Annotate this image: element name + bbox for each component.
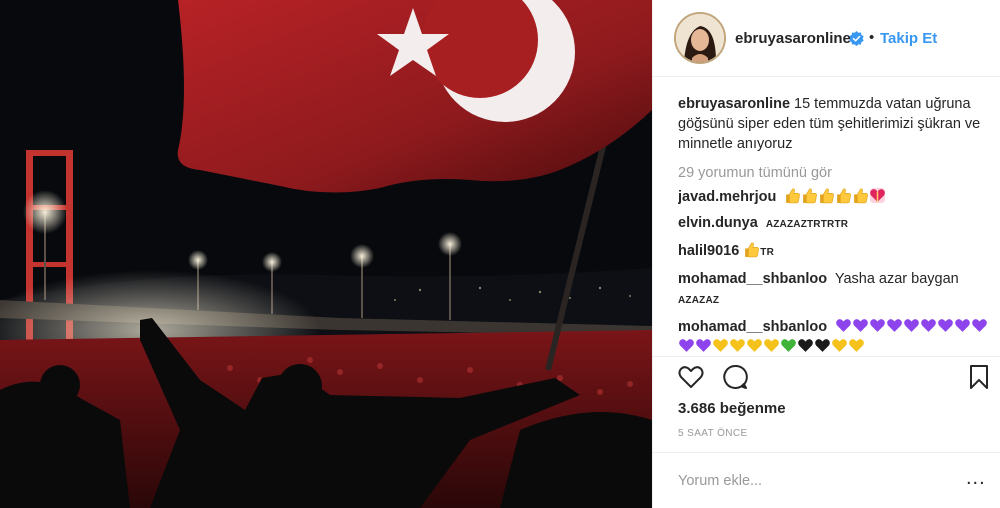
comment-text: AZAZAZTRTRTR bbox=[765, 219, 849, 230]
green-heart-emoji-icon bbox=[781, 339, 796, 352]
comments-list: ebruyasaronline 15 temmuzda vatan uğruna … bbox=[678, 94, 993, 352]
yellow-heart-emoji-icon bbox=[730, 339, 745, 352]
black-heart-emoji-icon bbox=[798, 339, 813, 352]
thumbs-up-emoji-icon bbox=[820, 188, 835, 204]
thumbs-up-emoji-icon bbox=[786, 188, 801, 204]
post-timestamp[interactable]: 5 SAAT ÖNCE bbox=[678, 428, 748, 439]
purple-heart-emoji-icon bbox=[887, 319, 902, 332]
comment-username[interactable]: javad.mehrjou bbox=[678, 189, 776, 205]
comment-item: mohamad__shbanloo bbox=[678, 317, 993, 352]
purple-heart-emoji-icon bbox=[904, 319, 919, 332]
comment-item: mohamad__shbanloo Yasha azar baygan AZAZ… bbox=[678, 269, 993, 311]
post-caption: ebruyasaronline 15 temmuzda vatan uğruna … bbox=[678, 94, 993, 154]
post-photo[interactable] bbox=[0, 0, 652, 508]
likes-count[interactable]: 3.686 beğenme bbox=[678, 400, 786, 417]
yellow-heart-emoji-icon bbox=[713, 339, 728, 352]
comment-emojis bbox=[784, 188, 886, 205]
avatar[interactable] bbox=[674, 12, 726, 64]
post-image bbox=[0, 0, 652, 508]
thumbs-up-emoji-icon bbox=[837, 188, 852, 204]
comment-username[interactable]: elvin.dunya bbox=[678, 215, 758, 231]
purple-heart-emoji-icon bbox=[836, 319, 851, 332]
comment-item: elvin.dunya AZAZAZTRTRTR bbox=[678, 213, 993, 235]
heart-ribbon-emoji-icon bbox=[870, 188, 886, 203]
heart-icon[interactable] bbox=[677, 363, 705, 391]
post-header: ebruyasaronline • Takip Et bbox=[653, 0, 1000, 77]
post-sidebar: ebruyasaronline • Takip Et ebruyasaronli… bbox=[652, 0, 1000, 508]
view-all-comments-link[interactable]: 29 yorumun tümünü gör bbox=[678, 165, 993, 181]
caption-username[interactable]: ebruyasaronline bbox=[678, 96, 790, 112]
comment-item: javad.mehrjou bbox=[678, 187, 993, 207]
comment-text: TR bbox=[760, 247, 774, 258]
follow-button[interactable]: Takip Et bbox=[880, 30, 937, 47]
purple-heart-emoji-icon bbox=[853, 319, 868, 332]
verified-badge-icon bbox=[849, 31, 864, 46]
bookmark-icon[interactable] bbox=[965, 363, 993, 391]
action-bar bbox=[653, 356, 1000, 396]
purple-heart-emoji-icon bbox=[870, 319, 885, 332]
yellow-heart-emoji-icon bbox=[832, 339, 847, 352]
purple-heart-emoji-icon bbox=[955, 319, 970, 332]
purple-heart-emoji-icon bbox=[938, 319, 953, 332]
yellow-heart-emoji-icon bbox=[747, 339, 762, 352]
comment-username[interactable]: halil9016 bbox=[678, 243, 739, 259]
comment-emojis bbox=[743, 242, 760, 259]
purple-heart-emoji-icon bbox=[921, 319, 936, 332]
separator-dot: • bbox=[869, 29, 875, 46]
thumbs-up-emoji-icon bbox=[745, 242, 760, 258]
comment-input[interactable] bbox=[678, 469, 938, 493]
comment-icon[interactable] bbox=[721, 363, 749, 391]
black-heart-emoji-icon bbox=[815, 339, 830, 352]
comment-item: halil9016 TR bbox=[678, 241, 993, 263]
more-options-icon[interactable]: ... bbox=[966, 468, 986, 488]
add-comment-bar: ... bbox=[653, 452, 1000, 508]
purple-heart-emoji-icon bbox=[972, 319, 987, 332]
comment-text: Yasha azar baygan bbox=[834, 271, 959, 287]
purple-heart-emoji-icon bbox=[679, 339, 694, 352]
header-username[interactable]: ebruyasaronline bbox=[735, 30, 851, 47]
comment-username[interactable]: mohamad__shbanloo bbox=[678, 319, 827, 335]
thumbs-up-emoji-icon bbox=[854, 188, 869, 204]
avatar-image bbox=[676, 14, 724, 62]
yellow-heart-emoji-icon bbox=[849, 339, 864, 352]
comment-username[interactable]: mohamad__shbanloo bbox=[678, 271, 827, 287]
purple-heart-emoji-icon bbox=[696, 339, 711, 352]
yellow-heart-emoji-icon bbox=[764, 339, 779, 352]
thumbs-up-emoji-icon bbox=[803, 188, 818, 204]
comment-text-continued: AZAZAZ bbox=[678, 295, 720, 306]
